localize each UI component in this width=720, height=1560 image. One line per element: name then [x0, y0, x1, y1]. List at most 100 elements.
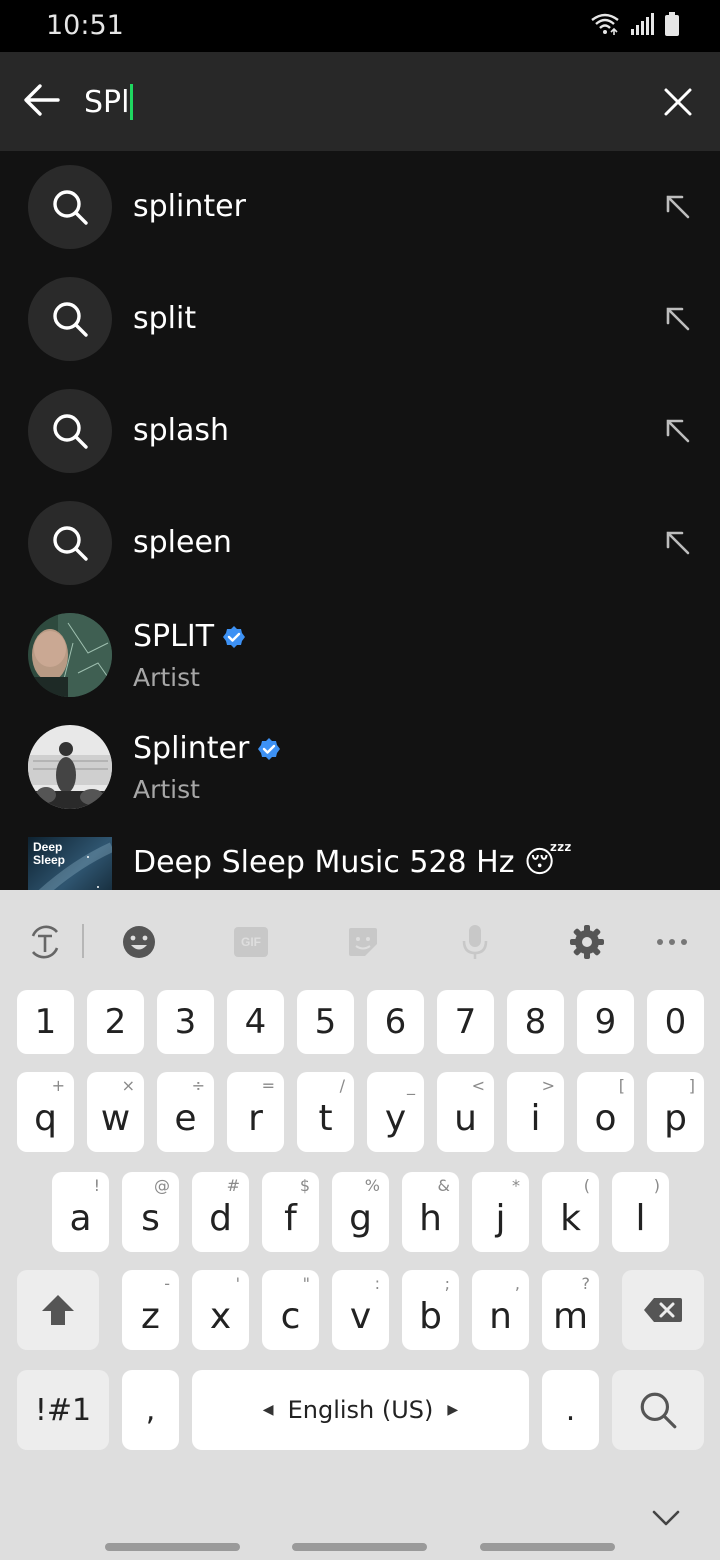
more-icon[interactable] [652, 922, 692, 962]
search-icon [640, 1392, 677, 1429]
chevron-down-icon[interactable] [648, 1500, 684, 1536]
key-3[interactable]: 3 [157, 990, 214, 1054]
key-hint: ? [581, 1274, 591, 1293]
key-label: r [248, 1097, 263, 1139]
key-label: o [594, 1097, 617, 1139]
space-key[interactable]: ◀ English (US) ▶ [192, 1370, 529, 1450]
key-f[interactable]: $ f [262, 1172, 319, 1252]
suggestion-row[interactable]: splinter [0, 151, 720, 263]
symbols-key[interactable]: !#1 [17, 1370, 109, 1450]
key-label: m [552, 1295, 589, 1337]
suggestion-row[interactable]: splash [0, 375, 720, 487]
comma-key[interactable]: , [122, 1370, 179, 1450]
settings-icon[interactable] [567, 922, 607, 962]
key-label: c [280, 1295, 301, 1337]
sticker-icon[interactable] [343, 922, 383, 962]
key-d[interactable]: # d [192, 1172, 249, 1252]
key-q[interactable]: + q [17, 1072, 74, 1152]
key-t[interactable]: / t [297, 1072, 354, 1152]
key-hint: - [164, 1274, 170, 1293]
text-caret [130, 84, 134, 120]
suggestion-search-icon-wrap [28, 501, 112, 585]
mic-icon[interactable] [455, 922, 495, 962]
key-5[interactable]: 5 [297, 990, 354, 1054]
artist-name-wrap: Splinter [133, 731, 281, 766]
key-m[interactable]: ? m [542, 1270, 599, 1350]
suggestion-row[interactable]: spleen [0, 487, 720, 599]
key-b[interactable]: ; b [402, 1270, 459, 1350]
artist-row[interactable]: Splinter Artist [0, 711, 720, 823]
key-1[interactable]: 1 [17, 990, 74, 1054]
playlist-row[interactable]: Deep Sleep Deep Sleep Music 528 Hz 😴 [0, 823, 720, 890]
key-label: v [349, 1295, 372, 1337]
key-p[interactable]: ] p [647, 1072, 704, 1152]
key-l[interactable]: ) l [612, 1172, 669, 1252]
key-e[interactable]: ÷ e [157, 1072, 214, 1152]
key-hint: @ [154, 1176, 170, 1195]
artist-type: Artist [133, 663, 200, 692]
fill-query-arrow-icon[interactable] [662, 191, 692, 221]
key-s[interactable]: @ s [122, 1172, 179, 1252]
key-u[interactable]: < u [437, 1072, 494, 1152]
suggestion-label: splash [133, 413, 230, 448]
key-a[interactable]: ! a [52, 1172, 109, 1252]
key-9[interactable]: 9 [577, 990, 634, 1054]
key-hint: % [364, 1176, 380, 1195]
emoji-icon[interactable] [119, 922, 159, 962]
keyboard-toolbar: GIF [0, 890, 720, 990]
signal-icon [631, 13, 654, 35]
fill-query-arrow-icon[interactable] [662, 303, 692, 333]
key-r[interactable]: = r [227, 1072, 284, 1152]
back-arrow-icon[interactable] [22, 80, 62, 120]
key-hint: ! [93, 1176, 100, 1195]
artist-name: SPLIT [133, 619, 215, 654]
key-hint: " [302, 1274, 310, 1293]
key-h[interactable]: & h [402, 1172, 459, 1252]
fill-query-arrow-icon[interactable] [662, 415, 692, 445]
fill-query-arrow-icon[interactable] [662, 527, 692, 557]
key-j[interactable]: * j [472, 1172, 529, 1252]
search-input[interactable]: SPl [84, 82, 134, 122]
language-prev-icon: ◀ [262, 1402, 274, 1418]
key-label: y [384, 1097, 407, 1139]
text-translate-icon[interactable] [25, 922, 65, 962]
key-6[interactable]: 6 [367, 990, 424, 1054]
gif-icon[interactable]: GIF [231, 922, 271, 962]
nav-bar-pill [105, 1543, 240, 1551]
key-i[interactable]: > i [507, 1072, 564, 1152]
artist-name-wrap: SPLIT [133, 619, 246, 654]
key-k[interactable]: (k [542, 1172, 599, 1252]
key-o[interactable]: [o [577, 1072, 634, 1152]
period-key[interactable]: . [542, 1370, 599, 1450]
suggestion-label: split [133, 301, 197, 336]
suggestion-row[interactable]: split [0, 263, 720, 375]
key-hint: $ [299, 1176, 310, 1195]
key-z[interactable]: -z [122, 1270, 179, 1350]
key-x[interactable]: ' x [192, 1270, 249, 1350]
key-4[interactable]: 4 [227, 990, 284, 1054]
verified-badge-icon [258, 737, 281, 760]
key-hint: × [121, 1076, 135, 1095]
key-8[interactable]: 8 [507, 990, 564, 1054]
key-0[interactable]: 0 [647, 990, 704, 1054]
key-y[interactable]: _ y [367, 1072, 424, 1152]
artist-row[interactable]: SPLIT Artist [0, 599, 720, 711]
key-w[interactable]: × w [87, 1072, 144, 1152]
backspace-key[interactable] [622, 1270, 704, 1350]
key-v[interactable]: :v [332, 1270, 389, 1350]
search-action-key[interactable] [612, 1370, 704, 1450]
shift-key[interactable] [17, 1270, 99, 1350]
key-2[interactable]: 2 [87, 990, 144, 1054]
key-hint: > [541, 1076, 555, 1095]
key-g[interactable]: % g [332, 1172, 389, 1252]
key-c[interactable]: " c [262, 1270, 319, 1350]
status-bar: 10:51 [0, 0, 720, 52]
suggestion-label: splinter [133, 189, 246, 224]
key-hint: ) [653, 1176, 660, 1195]
backspace-icon [644, 1298, 682, 1322]
close-icon[interactable] [662, 86, 694, 118]
key-n[interactable]: ,n [472, 1270, 529, 1350]
search-icon [53, 414, 88, 449]
key-hint: & [437, 1176, 450, 1195]
key-7[interactable]: 7 [437, 990, 494, 1054]
